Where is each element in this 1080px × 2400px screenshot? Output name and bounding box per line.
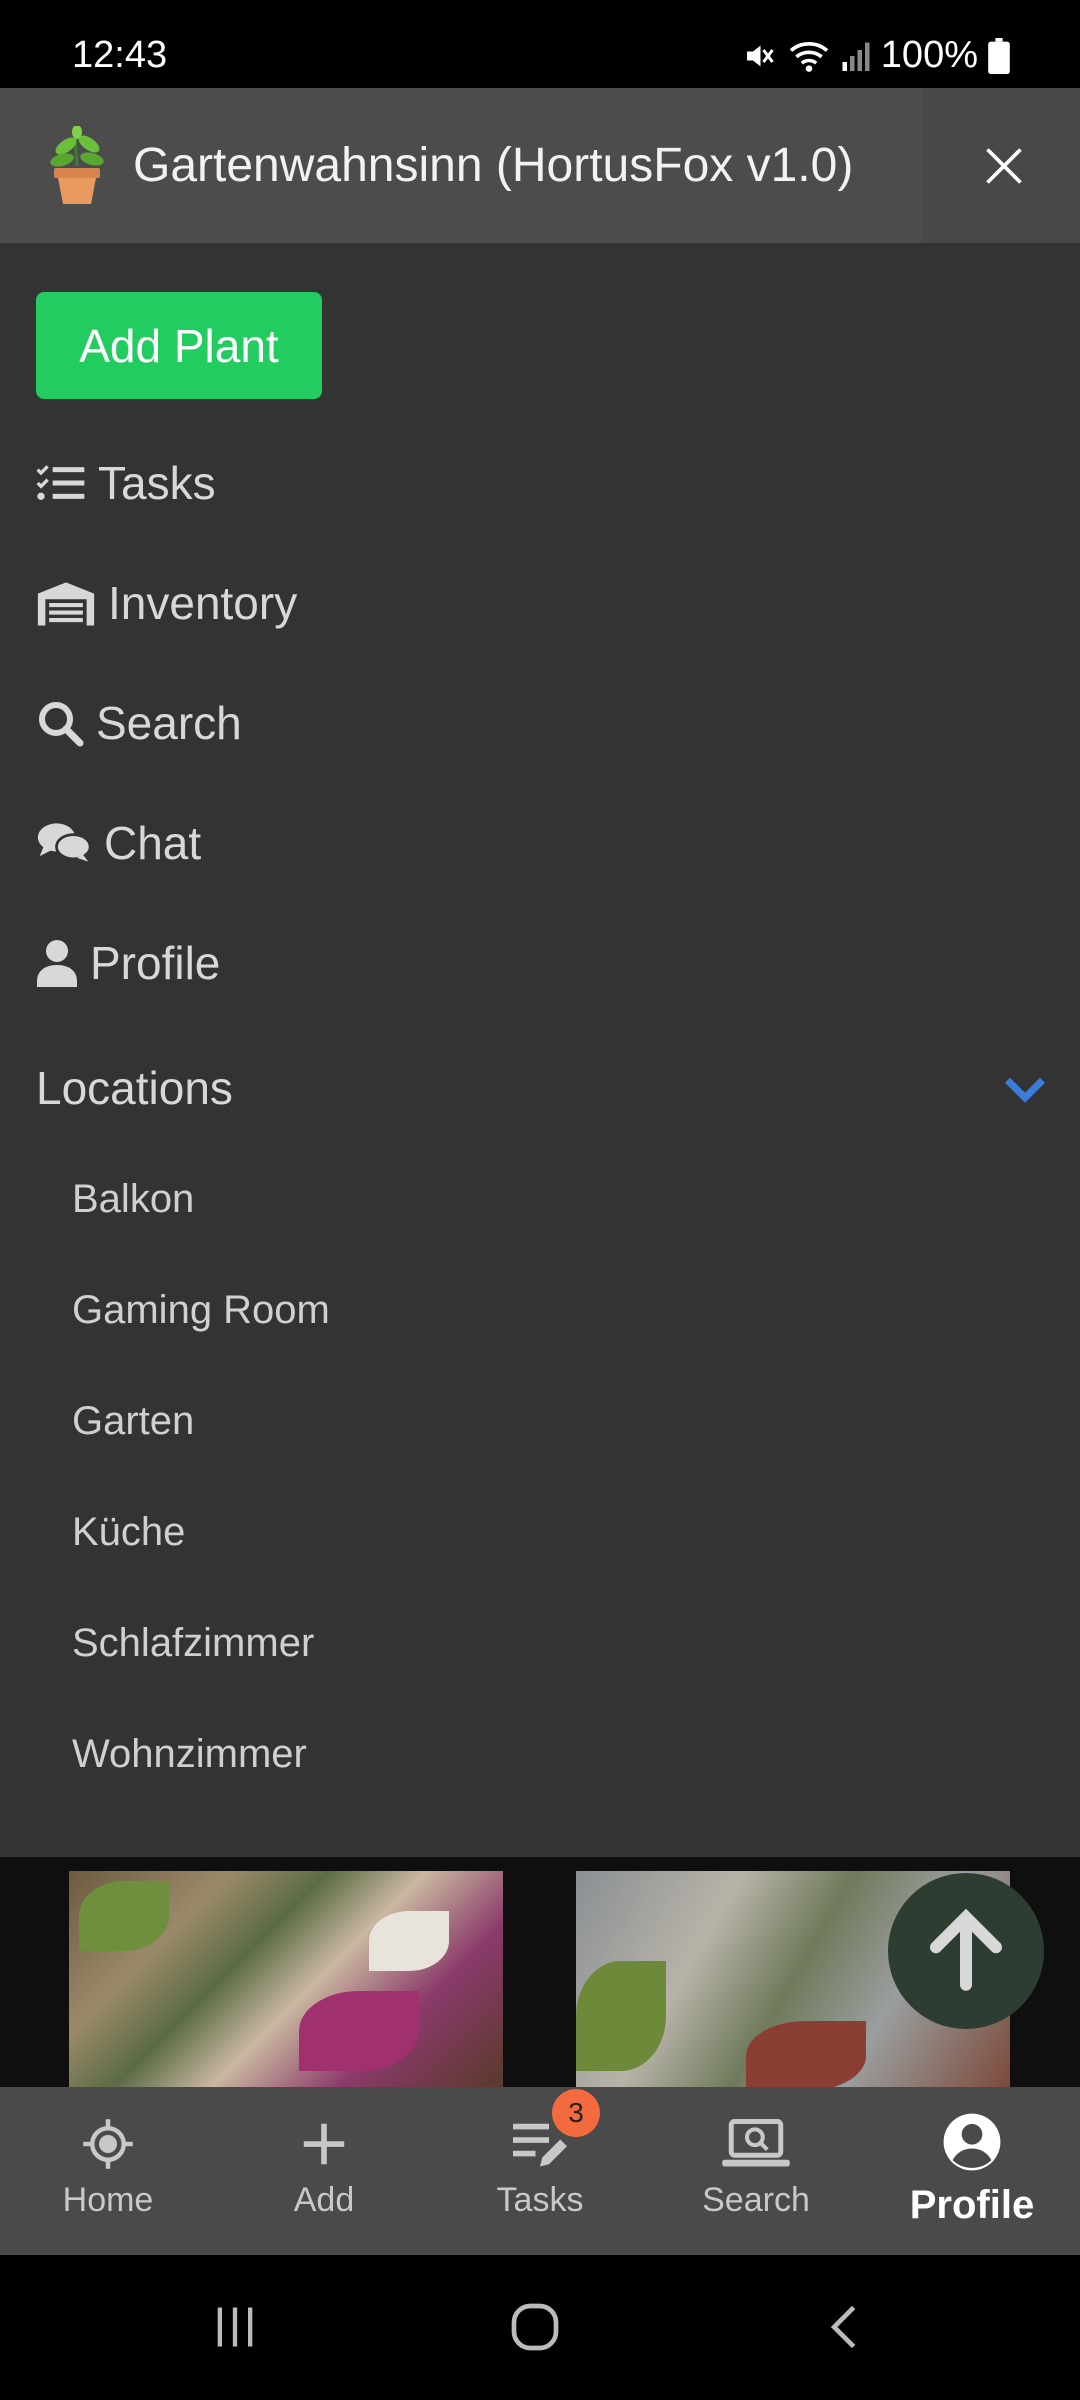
menu-label-inventory: Inventory [108,577,298,629]
menu-item-chat[interactable]: Chat [36,808,201,878]
photo-pot [369,1911,449,1971]
signal-icon [841,39,871,73]
locations-label: Locations [36,1062,233,1114]
home-button[interactable] [500,2295,570,2359]
recent-apps-icon [217,2307,253,2347]
back-chevron-icon [830,2305,856,2349]
nav-search[interactable]: Search [648,2087,864,2255]
battery-percentage: 100% [880,34,978,76]
bottom-navigation: Home Add Tasks 3 Search Profile [0,2087,1080,2255]
nav-label-add: Add [293,2181,355,2219]
nav-label-home: Home [62,2181,154,2219]
plant-logo-icon [44,125,110,206]
menu-item-tasks[interactable]: Tasks [36,448,216,518]
plus-icon [303,2123,345,2165]
menu-label-search: Search [96,697,242,749]
status-time: 12:43 [72,34,168,76]
close-button[interactable] [968,130,1040,202]
chevron-down-icon [1004,1061,1046,1115]
home-target-icon [83,2119,133,2169]
nav-add[interactable]: Add [216,2087,432,2255]
mute-icon [741,38,777,74]
back-button[interactable] [810,2295,880,2359]
nav-profile[interactable]: Profile [864,2087,1080,2255]
menu-label-tasks: Tasks [98,457,216,509]
system-navigation-bar [0,2255,1080,2400]
photo-leaf [746,2021,866,2087]
photo-leaf [576,1961,666,2071]
location-item-gaming-room[interactable]: Gaming Room [72,1280,330,1340]
nav-label-profile: Profile [909,2183,1035,2227]
close-icon [986,148,1022,184]
recent-apps-button[interactable] [200,2295,270,2359]
navigation-drawer: Add Plant Tasks Inventory Search Chat Pr… [0,243,1080,1857]
add-plant-button[interactable]: Add Plant [36,292,322,399]
photo-flower [299,1991,419,2071]
header-title-area[interactable]: Gartenwahnsinn (HortusFox v1.0) [0,88,922,243]
status-icons: 100% [741,34,1010,77]
nav-label-tasks: Tasks [496,2181,584,2219]
nav-tasks[interactable]: Tasks 3 [432,2087,648,2255]
tasks-list-icon [36,463,86,503]
chat-bubbles-icon [36,820,92,866]
photo-leaf [79,1881,169,1951]
menu-label-chat: Chat [104,817,202,869]
battery-icon [988,37,1010,74]
drawer-header: Gartenwahnsinn (HortusFox v1.0) [0,88,1080,243]
laptop-search-icon [722,2119,790,2167]
location-item-kueche[interactable]: Küche [72,1502,185,1562]
menu-item-inventory[interactable]: Inventory [36,568,297,638]
plant-photo[interactable] [69,1871,503,2087]
location-item-garten[interactable]: Garten [72,1391,194,1451]
app-title: Gartenwahnsinn (HortusFox v1.0) [133,139,854,192]
arrow-up-icon [930,1908,1002,1991]
nav-label-search: Search [702,2181,810,2219]
location-item-schlafzimmer[interactable]: Schlafzimmer [72,1613,314,1673]
menu-item-profile[interactable]: Profile [36,928,220,998]
account-circle-icon [943,2113,1001,2171]
warehouse-icon [36,580,96,626]
scroll-to-top-button[interactable] [888,1873,1044,2029]
tasks-badge: 3 [552,2089,600,2137]
menu-item-search[interactable]: Search [36,688,242,758]
home-circle-icon [511,2303,559,2351]
menu-label-profile: Profile [90,937,221,989]
location-item-balkon[interactable]: Balkon [72,1169,194,1229]
locations-toggle[interactable]: Locations [36,1053,1046,1123]
nav-home[interactable]: Home [0,2087,216,2255]
search-icon [36,699,84,747]
user-icon [36,939,78,987]
status-bar: 12:43 100% [0,0,1080,88]
wifi-icon [787,38,831,74]
location-item-wohnzimmer[interactable]: Wohnzimmer [72,1724,307,1784]
